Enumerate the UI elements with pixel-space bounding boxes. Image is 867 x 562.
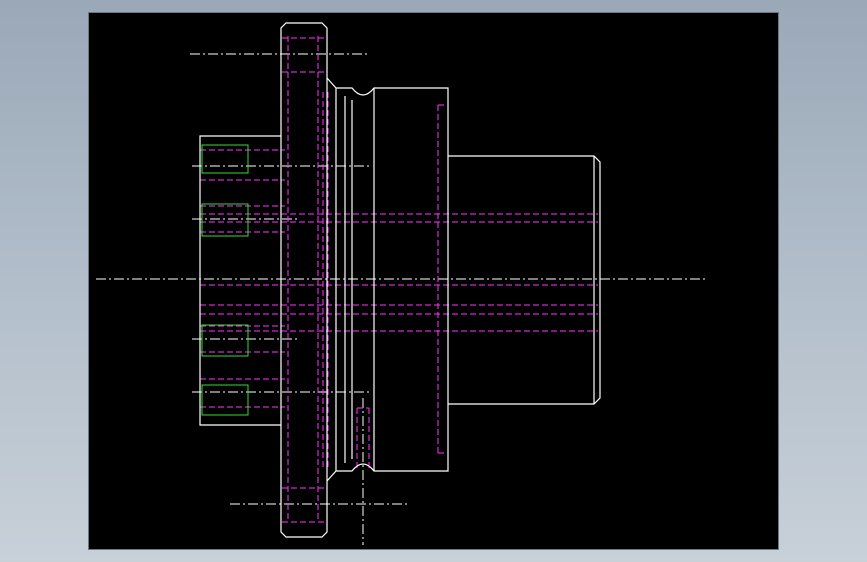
tapped-hole-thread-3 [201,324,249,357]
tapped-hole-thread-2 [201,203,249,237]
mechanical-part-drawing [96,22,705,545]
tapped-hole-thread-4 [201,384,249,416]
tapped-hole-thread-1 [201,144,249,174]
left-boss-outline [199,135,281,426]
right-shaft-outline [448,155,601,405]
visible-outlines [199,22,601,538]
thread-lines [201,144,249,416]
cad-drawing-viewport[interactable] [89,13,778,549]
